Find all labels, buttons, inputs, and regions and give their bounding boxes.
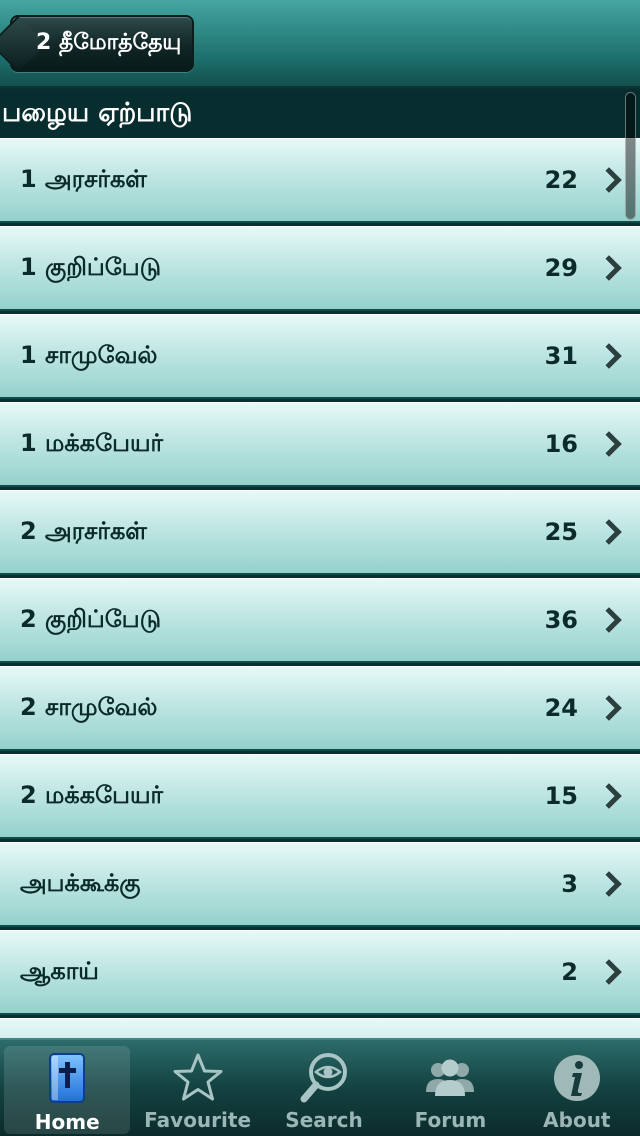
chapter-count: 22 [544, 166, 578, 194]
chevron-right-icon [596, 255, 622, 281]
chevron-right-icon [596, 431, 622, 457]
tab-bar: Home Favourite Search Forum About [0, 1038, 640, 1136]
list-item[interactable]: 1 குறிப்பேடு 29 [0, 226, 640, 311]
list-item[interactable]: ஆகாய் 2 [0, 930, 640, 1015]
chapter-count: 24 [544, 694, 578, 722]
tab-forum[interactable]: Forum [387, 1040, 513, 1136]
bible-icon [49, 1053, 86, 1103]
tab-label: About [543, 1108, 611, 1132]
list-item[interactable]: 1 அரசர்கள் 22 [0, 138, 640, 223]
magnifier-eye-icon [300, 1053, 348, 1103]
book-name: 1 மக்கபேயர் [20, 428, 164, 457]
tab-label: Search [285, 1108, 363, 1132]
tab-favourite[interactable]: Favourite [134, 1040, 260, 1136]
book-name: 1 சாமுவேல் [20, 340, 158, 369]
star-icon [173, 1053, 223, 1101]
chapter-count: 36 [544, 606, 578, 634]
info-icon [553, 1055, 600, 1101]
chevron-right-icon [596, 783, 622, 809]
list-item[interactable]: 2 சாமுவேல் 24 [0, 666, 640, 751]
chevron-right-icon [596, 343, 622, 369]
section-header: பழைய ஏற்பாடு [0, 90, 640, 138]
chevron-right-icon [596, 695, 622, 721]
book-name: 2 சாமுவேல் [20, 692, 158, 721]
back-button-label: 2 தீமோத்தேயு [36, 29, 182, 55]
list-item[interactable]: 2 மக்கபேயர் 15 [0, 754, 640, 839]
chapter-count: 15 [544, 782, 578, 810]
tab-home[interactable]: Home [4, 1046, 131, 1134]
tab-search[interactable]: Search [261, 1040, 387, 1136]
chapter-count: 3 [561, 870, 578, 898]
section-title: பழைய ஏற்பாடு [2, 97, 193, 128]
chapter-count: 16 [544, 430, 578, 458]
chevron-right-icon [596, 519, 622, 545]
book-name: 2 அரசர்கள் [20, 516, 147, 545]
chapter-count: 29 [544, 254, 578, 282]
book-name: ஆகாய் [20, 956, 99, 985]
book-name: 2 மக்கபேயர் [20, 780, 164, 809]
tab-about[interactable]: About [514, 1040, 640, 1136]
list-item[interactable]: அபக்கூக்கு 3 [0, 842, 640, 927]
chapter-count: 2 [561, 958, 578, 986]
chapter-count: 25 [544, 518, 578, 546]
chapter-count: 31 [544, 342, 578, 370]
list-item[interactable]: 2 குறிப்பேடு 36 [0, 578, 640, 663]
book-list: 1 அரசர்கள் 22 1 குறிப்பேடு 29 1 சாமுவேல்… [0, 138, 640, 1038]
list-item[interactable]: 2 அரசர்கள் 25 [0, 490, 640, 575]
tab-label: Favourite [144, 1108, 252, 1132]
tab-label: Home [34, 1110, 100, 1134]
list-item[interactable] [0, 1018, 640, 1038]
scrollbar[interactable] [625, 92, 636, 220]
chevron-right-icon [596, 167, 622, 193]
tab-label: Forum [414, 1108, 487, 1132]
book-name: அபக்கூக்கு [20, 868, 141, 897]
chevron-right-icon [596, 871, 622, 897]
navigation-bar: 2 தீமோத்தேயு [0, 0, 640, 88]
chevron-right-icon [596, 959, 622, 985]
book-name: 2 குறிப்பேடு [20, 604, 162, 633]
list-item[interactable]: 1 மக்கபேயர் 16 [0, 402, 640, 487]
book-name: 1 குறிப்பேடு [20, 252, 162, 281]
back-button[interactable]: 2 தீமோத்தேயு [10, 15, 194, 72]
book-name: 1 அரசர்கள் [20, 164, 147, 193]
list-item[interactable]: 1 சாமுவேல் 31 [0, 314, 640, 399]
chevron-right-icon [596, 607, 622, 633]
people-icon [426, 1059, 475, 1096]
